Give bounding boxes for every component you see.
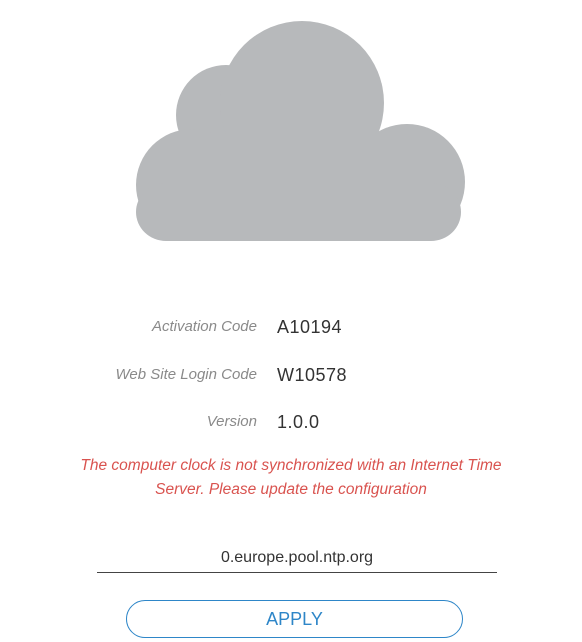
version-row: Version 1.0.0: [0, 407, 582, 437]
login-code-label: Web Site Login Code: [115, 366, 257, 383]
activation-code-value: A10194: [277, 317, 343, 337]
time-server-input[interactable]: [97, 543, 497, 573]
version-value: 1.0.0: [277, 412, 320, 432]
version-label: Version: [206, 413, 257, 430]
activation-code-row: Activation Code A10194: [0, 312, 582, 342]
sync-warning-line-1: The computer clock is not synchronized w…: [80, 457, 502, 474]
login-code-value: W10578: [277, 365, 348, 385]
apply-button[interactable]: APPLY: [126, 600, 463, 638]
activation-code-label: Activation Code: [151, 318, 257, 335]
cloud-icon: [130, 15, 466, 247]
sync-warning-line-2: Server. Please update the configuration: [155, 481, 427, 498]
sync-warning: The computer clock is not synchronized w…: [0, 454, 582, 502]
login-code-row: Web Site Login Code W10578: [0, 360, 582, 390]
